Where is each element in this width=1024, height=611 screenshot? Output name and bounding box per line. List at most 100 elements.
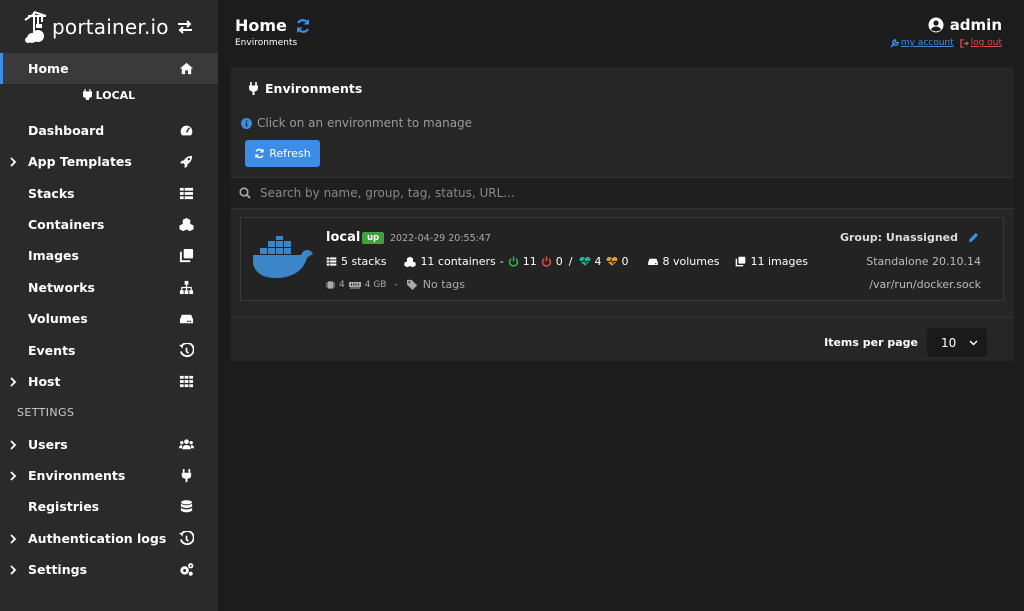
healthy-stat: 4: [579, 255, 602, 268]
pencil-icon[interactable]: [968, 232, 979, 243]
sidebar-item-authentication-logs[interactable]: Authentication logs: [0, 523, 218, 554]
plug-icon: [249, 82, 258, 95]
hdd-icon: [647, 258, 658, 265]
stopped-count: 0: [555, 255, 563, 268]
chevron-right-icon: [10, 470, 17, 481]
sidebar-item-settings[interactable]: Settings: [0, 554, 218, 585]
refresh-icon: [255, 148, 264, 159]
cubes-icon: [404, 256, 417, 267]
sidebar-item-label: Users: [28, 437, 68, 452]
database-icon: [180, 500, 193, 513]
sidebar-item-environments[interactable]: Environments: [0, 460, 218, 491]
chevron-right-icon: [10, 156, 17, 167]
breadcrumb: Environments: [235, 38, 298, 48]
stacks-stat: 5 stacks: [326, 255, 386, 268]
my-account-link[interactable]: my account: [890, 38, 954, 48]
clone-icon: [736, 256, 746, 267]
plug-icon: [181, 468, 192, 483]
portainer-logo[interactable]: portainer.io: [22, 10, 169, 44]
user-circle-icon: [928, 17, 944, 33]
refresh-icon[interactable]: [295, 18, 311, 34]
status-badge: up: [362, 232, 385, 244]
search-input[interactable]: [260, 186, 960, 200]
sidebar-item-label: App Templates: [28, 154, 132, 169]
volumes-stat: 8 volumes: [647, 255, 720, 268]
sidebar-item-containers[interactable]: Containers: [0, 209, 218, 240]
sidebar-item-label: Settings: [28, 562, 88, 577]
running-stat: 11: [508, 255, 537, 268]
environments-panel: Environments Click on an environment to …: [231, 67, 1014, 361]
sidebar-item-dashboard[interactable]: Dashboard: [0, 115, 218, 146]
exchange-icon[interactable]: [176, 19, 194, 34]
logo-text: portainer.io: [52, 14, 169, 39]
sidebar-item-users[interactable]: Users: [0, 429, 218, 460]
cpu-count: 4: [339, 279, 345, 290]
search-bar: [231, 177, 1014, 209]
environment-name: local: [326, 230, 361, 245]
log-out-link[interactable]: log out: [959, 38, 1002, 48]
refresh-label: Refresh: [269, 147, 311, 160]
memory-size: 4 GB: [364, 279, 387, 290]
logo-row: portainer.io: [0, 0, 218, 53]
environment-name: LOCAL: [95, 89, 136, 102]
sidebar-item-home[interactable]: Home: [0, 53, 218, 84]
chevron-right-icon: [10, 564, 17, 575]
containers-stat: 11 containers -: [404, 255, 504, 268]
sidebar-item-label: Authentication logs: [28, 531, 167, 546]
search-icon: [239, 187, 251, 199]
sidebar-item-volumes[interactable]: Volumes: [0, 303, 218, 334]
cubes-icon: [179, 217, 194, 232]
sidebar-item-app-templates[interactable]: App Templates: [0, 146, 218, 177]
volumes-count: 8 volumes: [662, 255, 720, 268]
sidebar-item-label: Stacks: [28, 186, 75, 201]
sidebar-item-registries[interactable]: Registries: [0, 491, 218, 522]
environment-label: LOCAL: [0, 89, 218, 102]
items-per-page-select[interactable]: 10: [927, 328, 987, 357]
environment-specs: 4 4 GB - No tags: [326, 278, 465, 291]
microchip-icon: [326, 280, 335, 289]
sign-out-icon: [959, 38, 969, 48]
unhealthy-stat: 0: [606, 255, 629, 268]
items-per-page-value: 10: [941, 335, 957, 350]
settings-section-label: SETTINGS: [17, 406, 75, 419]
chevron-down-icon: [969, 339, 978, 346]
sidebar-item-networks[interactable]: Networks: [0, 272, 218, 303]
sidebar-item-host[interactable]: Host: [0, 366, 218, 397]
environment-item[interactable]: local up 2022-04-29 20:55:47 5 stacks 11…: [240, 217, 1004, 301]
info-message: Click on an environment to manage: [241, 116, 472, 130]
top-bar: Home Environments admin my account log o…: [218, 0, 1024, 60]
sidebar-item-label: Host: [28, 374, 61, 389]
sidebar: portainer.io Home LOCAL Dashboard App Te…: [0, 0, 218, 611]
sidebar-item-label: Containers: [28, 217, 105, 232]
th-list-icon: [179, 187, 194, 200]
users-icon: [179, 439, 194, 450]
th-icon: [179, 375, 194, 388]
sitemap-icon: [179, 280, 194, 295]
page-title-text: Home: [235, 16, 287, 35]
wrench-icon: [890, 38, 899, 48]
sidebar-item-events[interactable]: Events: [0, 335, 218, 366]
history-icon: [179, 531, 194, 546]
home-icon: [179, 62, 194, 75]
panel-title: Environments: [265, 81, 363, 96]
memory-icon: [348, 281, 361, 289]
user-links: my account log out: [890, 38, 1002, 48]
heartbeat-icon: [606, 256, 617, 266]
environment-group: Group: Unassigned: [840, 231, 979, 244]
containers-count: 11 containers: [420, 255, 496, 268]
refresh-button[interactable]: Refresh: [245, 140, 320, 167]
chevron-right-icon: [10, 376, 17, 387]
sidebar-item-label: Registries: [28, 499, 100, 514]
pagination: Items per page 10: [231, 317, 1014, 361]
user-menu: admin: [928, 16, 1002, 34]
tags-icon: [406, 279, 417, 290]
images-stat: 11 images: [735, 255, 808, 268]
power-icon: [508, 256, 518, 267]
username: admin: [949, 16, 1002, 34]
sidebar-item-label: Networks: [28, 280, 95, 295]
environment-url: /var/run/docker.sock: [869, 278, 981, 291]
sidebar-item-images[interactable]: Images: [0, 240, 218, 271]
sidebar-item-stacks[interactable]: Stacks: [0, 178, 218, 209]
group-label: Group: Unassigned: [839, 231, 958, 244]
clone-icon: [179, 248, 194, 263]
